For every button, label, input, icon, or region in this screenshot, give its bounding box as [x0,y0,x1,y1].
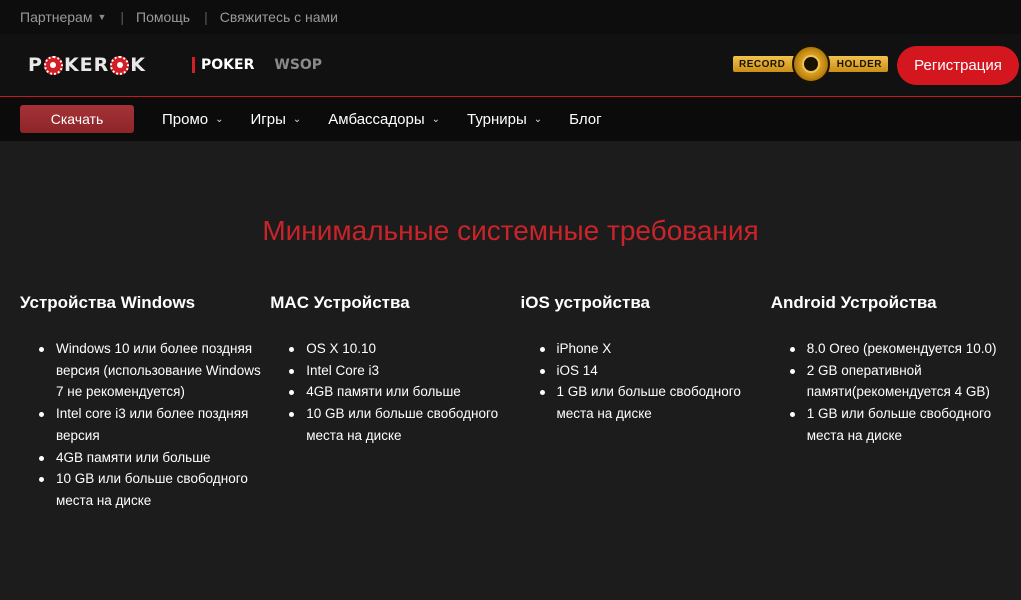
nav-item-ambassadors[interactable]: Амбассадоры ⌄ [328,111,440,128]
download-button[interactable]: Скачать [20,105,134,133]
register-button[interactable]: Регистрация [897,46,1019,85]
requirements-list: 8.0 Oreo (рекомендуется 10.0) 2 GB опера… [771,338,1021,447]
contact-label: Свяжитесь с нами [219,9,338,25]
list-item: 10 GB или больше свободного места на дис… [39,468,270,511]
chevron-down-icon: ⌄ [533,113,543,125]
site-header: P KER K POKER WSOP RECORD HOLDER Регистр… [0,34,1021,97]
divider: | [204,9,208,25]
mac-requirements: MAC Устройства OS X 10.10 Intel Core i3 … [270,293,520,512]
list-item: Intel core i3 или более поздняя версия [39,403,270,446]
requirements-list: OS X 10.10 Intel Core i3 4GB памяти или … [270,338,520,447]
pokerok-logo[interactable]: P KER K [28,54,146,76]
list-item: iOS 14 [539,360,771,382]
list-item: Intel Core i3 [289,360,520,382]
guinness-record-holder-badge: RECORD HOLDER [733,45,888,83]
list-item: OS X 10.10 [289,338,520,360]
list-item: 2 GB оперативной памяти(рекомендуется 4 … [789,360,1021,403]
partners-label: Партнерам [20,9,93,25]
column-heading: Android Устройства [770,293,937,312]
chevron-down-icon: ⌄ [292,113,302,125]
list-item: 1 GB или больше свободного места на диск… [789,403,1021,446]
brand-tabs: POKER WSOP [192,57,342,73]
list-item: Windows 10 или более поздняя версия (исп… [39,338,270,403]
help-label: Помощь [136,9,191,25]
main-navigation: Скачать Промо ⌄ Игры ⌄ Амбассадоры ⌄ Тур… [0,97,1021,141]
chevron-down-icon: ⌄ [431,113,440,125]
list-item: 4GB памяти или больше [289,381,520,403]
guinness-seal-icon [791,45,830,83]
column-heading: Устройства Windows [20,293,196,312]
poker-chip-icon [110,55,130,75]
list-item: 10 GB или больше свободного места на дис… [289,403,520,446]
nav-items: Промо ⌄ Игры ⌄ Амбассадоры ⌄ Турниры ⌄ Б… [162,111,629,128]
poker-chip-icon [43,55,63,75]
windows-requirements: Устройства Windows Windows 10 или более … [20,293,270,512]
android-requirements: Android Устройства 8.0 Oreo (рекомендует… [771,293,1021,512]
tab-poker[interactable]: POKER [192,57,254,73]
ios-requirements: iOS устройства iPhone X iOS 14 1 GB или … [521,293,771,512]
contact-link[interactable]: Свяжитесь с нами [220,9,338,25]
divider: | [120,9,125,25]
top-utility-bar: Партнерам ▼ | Помощь | Свяжитесь с нами [0,0,1021,34]
list-item: 8.0 Oreo (рекомендуется 10.0) [789,338,1021,360]
list-item: 4GB памяти или больше [39,447,270,469]
page-title: Минимальные системные требования [262,215,759,246]
help-link[interactable]: Помощь [136,9,190,25]
nav-item-tournaments[interactable]: Турниры ⌄ [467,111,542,128]
list-item: 1 GB или больше свободного места на диск… [539,381,771,424]
tab-wsop[interactable]: WSOP [274,57,322,73]
nav-item-promo[interactable]: Промо ⌄ [162,111,224,128]
nav-item-games[interactable]: Игры ⌄ [251,111,302,128]
requirements-list: Windows 10 или более поздняя версия (исп… [20,338,270,512]
list-item: iPhone X [539,338,771,360]
main-content: Минимальные системные требования Устройс… [0,141,1021,599]
nav-item-blog[interactable]: Блог [569,111,601,128]
chevron-down-icon: ⌄ [215,113,224,125]
chevron-down-icon: ▼ [97,12,107,22]
partners-link[interactable]: Партнерам ▼ [20,9,106,25]
column-heading: iOS устройства [520,293,651,312]
requirements-list: iPhone X iOS 14 1 GB или больше свободно… [521,338,771,425]
column-heading: MAC Устройства [270,293,410,312]
requirements-columns: Устройства Windows Windows 10 или более … [20,293,1021,512]
